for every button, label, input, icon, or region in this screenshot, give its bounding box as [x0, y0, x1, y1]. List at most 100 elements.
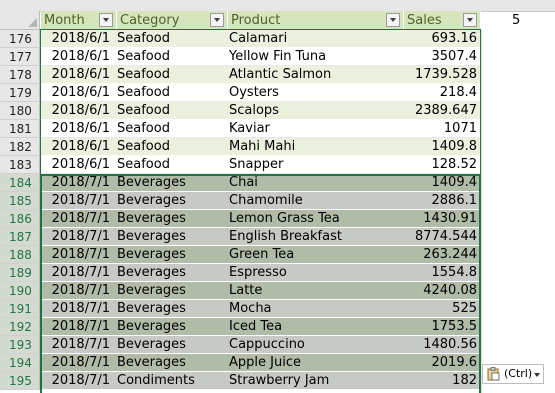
- cell-month[interactable]: 2018/7/1: [41, 354, 113, 372]
- cell-product[interactable]: Snapper: [229, 156, 405, 174]
- cell-category[interactable]: Beverages: [117, 264, 227, 282]
- cell-month[interactable]: 2018/6/1: [41, 156, 113, 174]
- cell-sales[interactable]: 2389.647: [405, 102, 479, 120]
- cell-sales[interactable]: 1409.8: [405, 138, 479, 156]
- row-number[interactable]: 180: [0, 102, 40, 120]
- cell-sales[interactable]: 2886.1: [405, 192, 479, 210]
- row-number[interactable]: 195: [0, 372, 40, 390]
- row-number[interactable]: 178: [0, 66, 40, 84]
- header-category[interactable]: Category: [117, 11, 228, 30]
- cell-product[interactable]: Kaviar: [229, 120, 405, 138]
- cell-sales[interactable]: 1071: [405, 120, 479, 138]
- filter-dropdown-icon[interactable]: [210, 13, 224, 27]
- row-number[interactable]: 191: [0, 300, 40, 318]
- cell-product[interactable]: Mahi Mahi: [229, 138, 405, 156]
- header-product[interactable]: Product: [228, 11, 404, 30]
- cell-category[interactable]: Beverages: [117, 192, 227, 210]
- cell-category[interactable]: Seafood: [117, 120, 227, 138]
- cell-month[interactable]: 2018/6/1: [41, 138, 113, 156]
- paste-options-button[interactable]: (Ctrl): [482, 364, 544, 384]
- row-number[interactable]: 179: [0, 84, 40, 102]
- cell-product[interactable]: Green Tea: [229, 246, 405, 264]
- filter-dropdown-icon[interactable]: [99, 13, 113, 27]
- row-number[interactable]: 177: [0, 48, 40, 66]
- cell-product[interactable]: English Breakfast: [229, 228, 405, 246]
- cell-month[interactable]: 2018/7/1: [41, 336, 113, 354]
- row-number[interactable]: 181: [0, 120, 40, 138]
- cell-month[interactable]: 2018/6/1: [41, 102, 113, 120]
- cell-sales[interactable]: 4240.08: [405, 282, 479, 300]
- cell-sales[interactable]: 1480.56: [405, 336, 479, 354]
- filter-dropdown-icon[interactable]: [386, 13, 400, 27]
- cell-month[interactable]: 2018/7/1: [41, 318, 113, 336]
- cell-category[interactable]: Beverages: [117, 318, 227, 336]
- cell-month[interactable]: 2018/7/1: [41, 300, 113, 318]
- row-number[interactable]: 186: [0, 210, 40, 228]
- cell-sales[interactable]: 8774.544: [405, 228, 479, 246]
- row-number[interactable]: 183: [0, 156, 40, 174]
- filter-dropdown-icon[interactable]: [463, 13, 477, 27]
- cell-product[interactable]: Scalops: [229, 102, 405, 120]
- cell-category[interactable]: Seafood: [117, 48, 227, 66]
- cell-sales[interactable]: 1430.91: [405, 210, 479, 228]
- cell-month[interactable]: 2018/7/1: [41, 210, 113, 228]
- cell-product[interactable]: Lemon Grass Tea: [229, 210, 405, 228]
- cell-sales[interactable]: 1753.5: [405, 318, 479, 336]
- cell-month[interactable]: 2018/6/1: [41, 66, 113, 84]
- cell-category[interactable]: Beverages: [117, 354, 227, 372]
- cell-sales[interactable]: 218.4: [405, 84, 479, 102]
- cell-category[interactable]: Seafood: [117, 30, 227, 48]
- cell-category[interactable]: Seafood: [117, 66, 227, 84]
- select-all-corner[interactable]: [0, 11, 40, 30]
- cell-month[interactable]: 2018/7/1: [41, 192, 113, 210]
- cell-month[interactable]: 2018/7/1: [41, 264, 113, 282]
- cell-product[interactable]: Cappuccino: [229, 336, 405, 354]
- header-sales[interactable]: Sales: [404, 11, 481, 30]
- cell-category[interactable]: Beverages: [117, 210, 227, 228]
- cell-month[interactable]: 2018/7/1: [41, 228, 113, 246]
- cell-sales[interactable]: 128.52: [405, 156, 479, 174]
- cell-product[interactable]: Mocha: [229, 300, 405, 318]
- cell-sales[interactable]: 3507.4: [405, 48, 479, 66]
- cell-category[interactable]: Beverages: [117, 300, 227, 318]
- cell-sales[interactable]: 1409.4: [405, 174, 479, 192]
- row-number[interactable]: 176: [0, 30, 40, 48]
- row-number[interactable]: 187: [0, 228, 40, 246]
- cell-product[interactable]: Chai: [229, 174, 405, 192]
- cell-product[interactable]: Oysters: [229, 84, 405, 102]
- cell-product[interactable]: Calamari: [229, 30, 405, 48]
- cell-category[interactable]: Seafood: [117, 102, 227, 120]
- cell-category[interactable]: Beverages: [117, 246, 227, 264]
- row-number[interactable]: 193: [0, 336, 40, 354]
- cell-product[interactable]: Strawberry Jam: [229, 372, 405, 390]
- cell-product[interactable]: Latte: [229, 282, 405, 300]
- cell-month[interactable]: 2018/6/1: [41, 120, 113, 138]
- cell-product[interactable]: Chamomile: [229, 192, 405, 210]
- cell-sales[interactable]: 1554.8: [405, 264, 479, 282]
- row-number[interactable]: 190: [0, 282, 40, 300]
- cell-category[interactable]: Seafood: [117, 156, 227, 174]
- cell-product[interactable]: Iced Tea: [229, 318, 405, 336]
- cell-category[interactable]: Beverages: [117, 228, 227, 246]
- cell-product[interactable]: Apple Juice: [229, 354, 405, 372]
- cell-month[interactable]: 2018/7/1: [41, 174, 113, 192]
- cell-sales[interactable]: 182: [405, 372, 479, 390]
- cell-category[interactable]: Beverages: [117, 174, 227, 192]
- header-month[interactable]: Month: [41, 11, 117, 30]
- cell-category[interactable]: Seafood: [117, 84, 227, 102]
- outside-cell-value[interactable]: 5: [512, 11, 520, 30]
- row-number[interactable]: 192: [0, 318, 40, 336]
- cell-month[interactable]: 2018/7/1: [41, 282, 113, 300]
- cell-product[interactable]: Yellow Fin Tuna: [229, 48, 405, 66]
- cell-category[interactable]: Seafood: [117, 138, 227, 156]
- cell-month[interactable]: 2018/7/1: [41, 372, 113, 390]
- row-number[interactable]: 194: [0, 354, 40, 372]
- cell-sales[interactable]: 693.16: [405, 30, 479, 48]
- row-number[interactable]: 184: [0, 174, 40, 192]
- row-number[interactable]: 185: [0, 192, 40, 210]
- cell-sales[interactable]: 525: [405, 300, 479, 318]
- cell-sales[interactable]: 1739.528: [405, 66, 479, 84]
- row-number[interactable]: 188: [0, 246, 40, 264]
- cell-category[interactable]: Beverages: [117, 282, 227, 300]
- cell-sales[interactable]: 2019.6: [405, 354, 479, 372]
